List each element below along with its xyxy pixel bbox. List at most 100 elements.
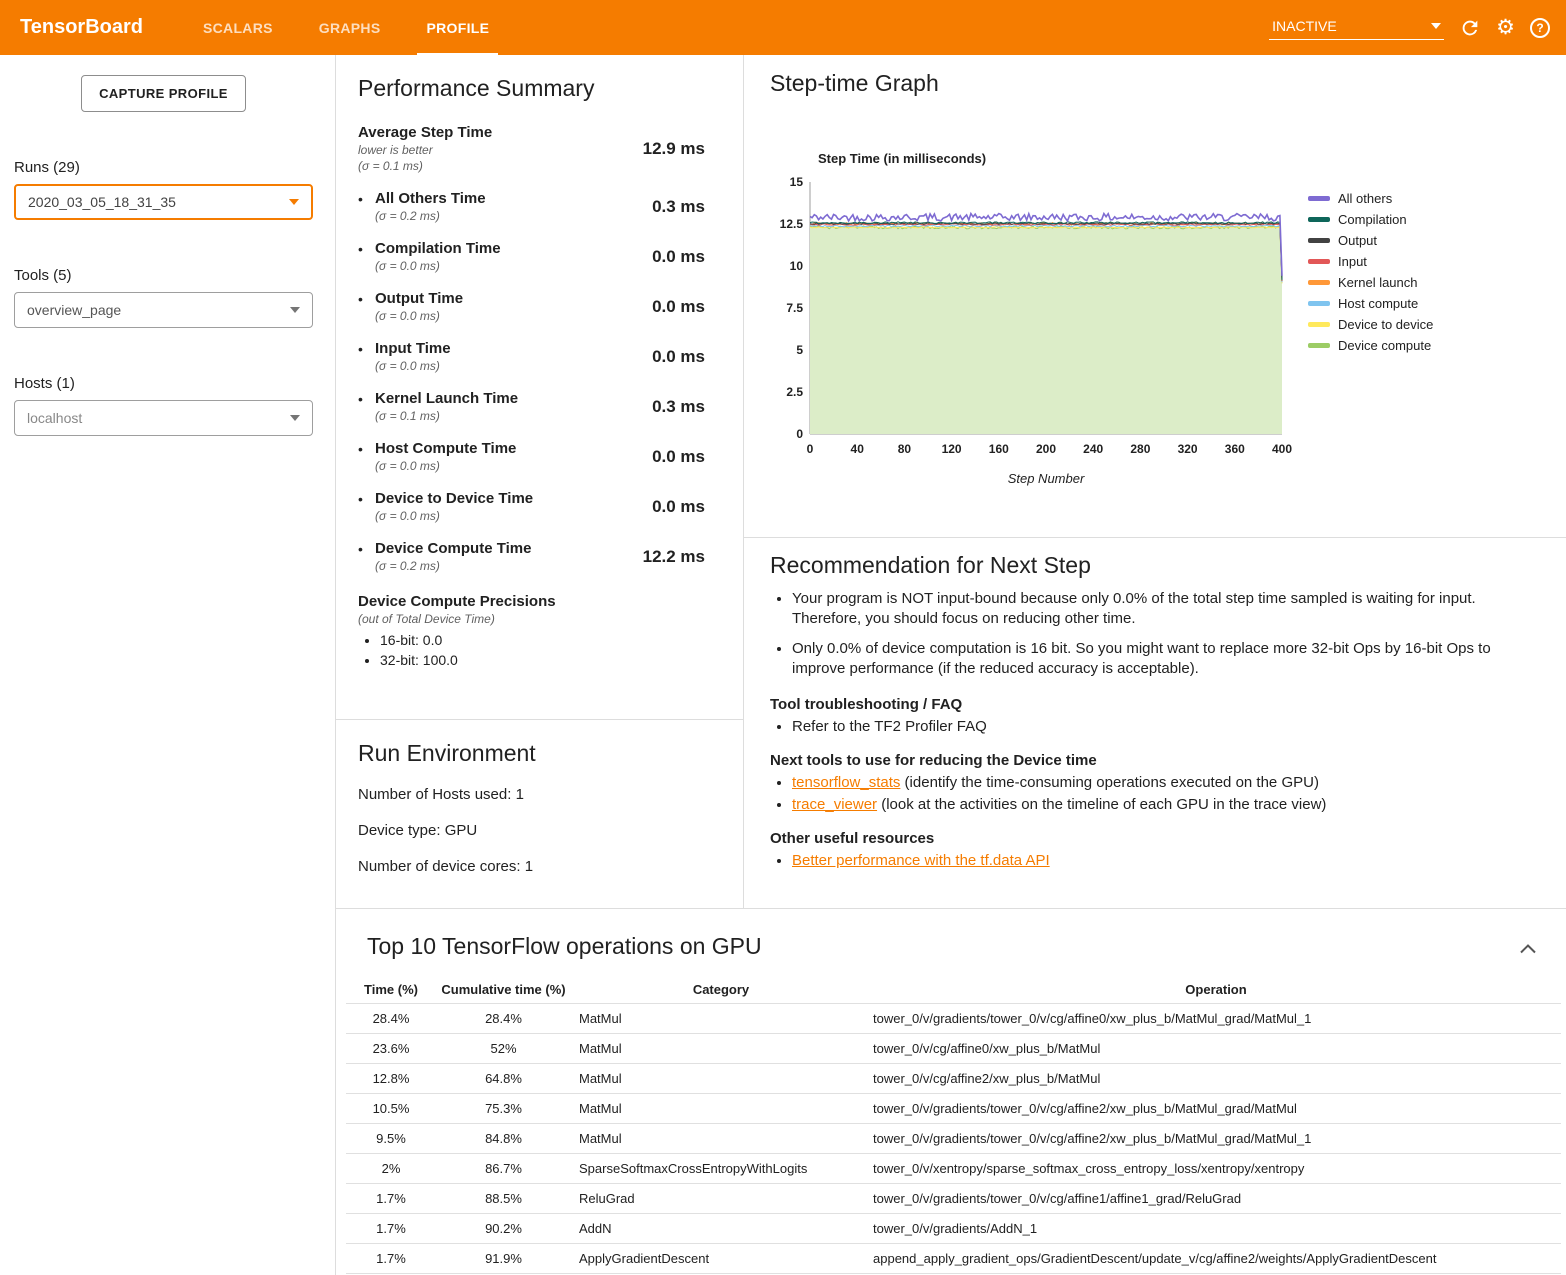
perf-metric-row: Kernel Launch Time(σ = 0.1 ms)0.3 ms	[358, 390, 705, 423]
top-ops-title: Top 10 TensorFlow operations on GPU	[367, 933, 1542, 960]
svg-text:280: 280	[1130, 442, 1150, 456]
table-cell: ApplyGradientDescent	[571, 1244, 871, 1274]
legend-item: All others	[1308, 188, 1433, 209]
svg-text:0: 0	[796, 427, 803, 441]
table-cell: MatMul	[571, 1034, 871, 1064]
metric-value: 0.3 ms	[652, 197, 705, 217]
recommendation-title: Recommendation for Next Step	[770, 552, 1536, 579]
caret-down-icon	[289, 199, 299, 205]
tab-graphs[interactable]: GRAPHS	[296, 0, 404, 55]
tab-scalars[interactable]: SCALARS	[180, 0, 296, 55]
metric-sigma: (σ = 0.1 ms)	[358, 159, 492, 173]
svg-text:40: 40	[851, 442, 865, 456]
caret-down-icon	[290, 415, 300, 421]
metric-label: Device Compute Time	[375, 540, 531, 557]
legend-swatch	[1308, 280, 1330, 285]
perf-metric-left: Host Compute Time(σ = 0.0 ms)	[358, 440, 516, 473]
hosts-select[interactable]: localhost	[14, 400, 313, 436]
metric-value: 0.0 ms	[652, 247, 705, 267]
table-cell: SparseSoftmaxCrossEntropyWithLogits	[571, 1154, 871, 1184]
text-link[interactable]: tensorflow_stats	[792, 774, 900, 791]
table-cell: 12.8%	[346, 1064, 436, 1094]
help-icon[interactable]: ?	[1530, 18, 1550, 38]
table-row: 1.7%91.9%ApplyGradientDescentappend_appl…	[346, 1244, 1561, 1274]
table-row: 10.5%75.3%MatMultower_0/v/gradients/towe…	[346, 1094, 1561, 1124]
collapse-chevron-up-icon[interactable]	[1520, 941, 1536, 959]
device-compute-precisions: Device Compute Precisions (out of Total …	[358, 593, 705, 668]
average-step-time: Average Step Time lower is better (σ = 0…	[358, 124, 705, 173]
table-cell: tower_0/v/gradients/tower_0/v/cg/affine2…	[871, 1124, 1561, 1154]
svg-text:12.5: 12.5	[780, 217, 804, 231]
perf-metric-text: Device Compute Time(σ = 0.2 ms)	[375, 540, 531, 573]
legend-label: Output	[1338, 233, 1377, 248]
performance-summary-title: Performance Summary	[358, 75, 705, 102]
perf-metric-left: Input Time(σ = 0.0 ms)	[358, 340, 451, 373]
recommendation-subheading: Tool troubleshooting / FAQ	[770, 696, 1536, 713]
tools-select[interactable]: overview_page	[14, 292, 313, 328]
bullet-icon	[358, 490, 375, 523]
runs-select[interactable]: 2020_03_05_18_31_35	[14, 184, 313, 220]
tab-profile[interactable]: PROFILE	[403, 0, 512, 55]
table-cell: 28.4%	[346, 1004, 436, 1034]
svg-text:10: 10	[790, 259, 804, 273]
table-cell: tower_0/v/gradients/tower_0/v/cg/affine2…	[871, 1094, 1561, 1124]
metric-label: Device to Device Time	[375, 490, 533, 507]
perf-metric-left: Device to Device Time(σ = 0.0 ms)	[358, 490, 533, 523]
perf-metric-text: Compilation Time(σ = 0.0 ms)	[375, 240, 501, 273]
status-dropdown[interactable]: INACTIVE	[1269, 16, 1444, 40]
table-cell: 90.2%	[436, 1214, 571, 1244]
table-cell: 28.4%	[436, 1004, 571, 1034]
recommendation-item: trace_viewer (look at the activities on …	[792, 796, 1536, 813]
precisions-list: 16-bit: 0.032-bit: 100.0	[380, 632, 705, 668]
table-cell: tower_0/v/gradients/tower_0/v/cg/affine0…	[871, 1004, 1561, 1034]
precisions-label: Device Compute Precisions	[358, 593, 705, 610]
capture-profile-button[interactable]: CAPTURE PROFILE	[81, 75, 246, 112]
legend-swatch	[1308, 322, 1330, 327]
sidebar: CAPTURE PROFILE Runs (29) 2020_03_05_18_…	[0, 55, 335, 1275]
app-title: TensorBoard	[0, 16, 180, 39]
run-environment-section: Run Environment Number of Hosts used: 1D…	[336, 720, 743, 895]
recommendation-bullet: Your program is NOT input-bound because …	[792, 589, 1536, 629]
perf-metric-text: All Others Time(σ = 0.2 ms)	[375, 190, 486, 223]
environment-line: Number of Hosts used: 1	[358, 786, 721, 803]
metric-label: Kernel Launch Time	[375, 390, 518, 407]
legend-label: All others	[1338, 191, 1392, 206]
table-cell: tower_0/v/xentropy/sparse_softmax_cross_…	[871, 1154, 1561, 1184]
legend-label: Host compute	[1338, 296, 1418, 311]
text-link[interactable]: Better performance with the tf.data API	[792, 852, 1050, 869]
recommendation-subheading: Next tools to use for reducing the Devic…	[770, 752, 1536, 769]
legend-label: Kernel launch	[1338, 275, 1418, 290]
svg-text:160: 160	[989, 442, 1009, 456]
table-cell: append_apply_gradient_ops/GradientDescen…	[871, 1244, 1561, 1274]
metric-value: 0.0 ms	[652, 447, 705, 467]
text-link[interactable]: trace_viewer	[792, 796, 877, 813]
recommendation-item: tensorflow_stats (identify the time-cons…	[792, 774, 1536, 791]
legend-swatch	[1308, 217, 1330, 222]
refresh-icon[interactable]	[1459, 17, 1481, 39]
table-row: 2%86.7%SparseSoftmaxCrossEntropyWithLogi…	[346, 1154, 1561, 1184]
metric-label: Average Step Time	[358, 124, 492, 141]
table-cell: 91.9%	[436, 1244, 571, 1274]
performance-summary-section: Performance Summary Average Step Time lo…	[336, 55, 743, 720]
perf-metric-row: Compilation Time(σ = 0.0 ms) 0.0 ms	[358, 240, 705, 273]
step-time-graph-section: Step-time Graph Step Time (in millisecon…	[744, 55, 1566, 538]
bullet-icon	[358, 240, 375, 273]
perf-metric-text: Host Compute Time(σ = 0.0 ms)	[375, 440, 516, 473]
table-row: 28.4%28.4%MatMultower_0/v/gradients/towe…	[346, 1004, 1561, 1034]
metric-sigma: (σ = 0.2 ms)	[375, 209, 486, 223]
metric-sigma: (σ = 0.0 ms)	[375, 459, 516, 473]
header-right: INACTIVE ⚙ ?	[1269, 16, 1566, 40]
runs-label: Runs (29)	[14, 159, 313, 176]
legend-item: Compilation	[1308, 209, 1433, 230]
tools-label: Tools (5)	[14, 267, 313, 284]
precision-item: 32-bit: 100.0	[380, 652, 705, 668]
step-time-chart: 02.557.51012.515040801201602002402803203…	[770, 174, 1300, 462]
column-header: Cumulative time (%)	[436, 976, 571, 1004]
table-cell: MatMul	[571, 1124, 871, 1154]
settings-gear-icon[interactable]: ⚙	[1496, 17, 1515, 38]
recommendation-subheading: Other useful resources	[770, 830, 1536, 847]
main-content: Performance Summary Average Step Time lo…	[335, 55, 1566, 1275]
environment-line: Device type: GPU	[358, 822, 721, 839]
svg-text:0: 0	[807, 442, 814, 456]
table-row: 1.7%90.2%AddNtower_0/v/gradients/AddN_1	[346, 1214, 1561, 1244]
